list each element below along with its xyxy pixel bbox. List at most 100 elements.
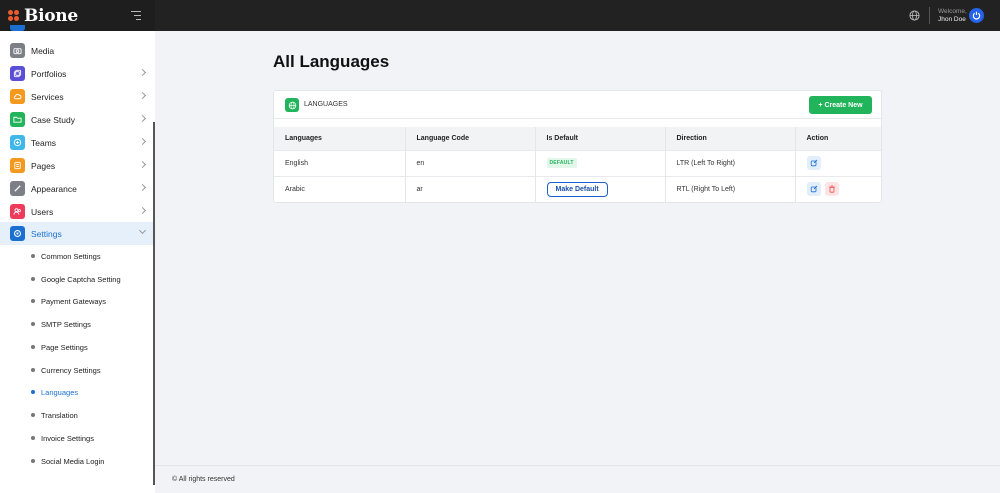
globe-icon[interactable] [909, 10, 920, 21]
sidebar-item-settings[interactable]: Settings [0, 222, 153, 245]
bullet-icon [31, 368, 35, 372]
create-new-button[interactable]: + Create New [809, 96, 872, 114]
sidebar-item-label: Case Study [31, 114, 75, 125]
submenu-social-media-login[interactable]: Social Media Login [31, 451, 104, 471]
page-icon [10, 158, 25, 173]
power-icon[interactable] [969, 8, 984, 23]
globe-icon [285, 98, 299, 112]
cutoff-icon [10, 25, 25, 31]
submenu-page-settings[interactable]: Page Settings [31, 337, 88, 357]
page-title: All Languages [273, 52, 390, 71]
submenu-payment-gateways[interactable]: Payment Gateways [31, 291, 106, 311]
logo-icon [8, 10, 19, 21]
cell-direction: LTR (Left To Right) [665, 149, 796, 176]
sidebar-item-label: Services [31, 91, 64, 102]
bullet-icon [31, 254, 35, 258]
chevron-right-icon [138, 206, 147, 215]
sidebar-item-users[interactable]: Users [0, 200, 153, 223]
cell-language: Arabic [274, 175, 406, 202]
submenu-label: Social Media Login [41, 456, 105, 466]
welcome-label: Welcome, [938, 8, 967, 15]
sidebar-item-portfolios[interactable]: Portfolios [0, 62, 153, 85]
camera-icon [10, 43, 25, 58]
chevron-right-icon [138, 114, 147, 123]
bullet-icon [31, 436, 35, 440]
sidebar-item-label: Teams [31, 137, 57, 148]
brush-icon [10, 181, 25, 196]
cell-actions [795, 149, 881, 176]
edit-icon[interactable] [806, 182, 821, 197]
column-header: Is Default [535, 127, 666, 150]
sidebar-item-label: Settings [31, 228, 62, 239]
cloud-icon [10, 89, 25, 104]
submenu-label: Page Settings [41, 342, 88, 352]
sidebar-item-media[interactable]: Media [0, 39, 153, 62]
sidebar-item-label: Portfolios [31, 68, 67, 79]
submenu-languages[interactable]: Languages [31, 382, 78, 402]
users-icon [10, 204, 25, 219]
sidebar-item-teams[interactable]: Teams [0, 131, 153, 154]
default-badge: DEFAULT [546, 158, 577, 168]
card-header: LANGUAGES + Create New [274, 91, 881, 119]
footer-text: © All rights reserved [172, 476, 235, 483]
column-header: Action [795, 127, 881, 150]
sidebar-item-appearance[interactable]: Appearance [0, 177, 153, 200]
menu-toggle-icon[interactable] [131, 11, 141, 20]
cell-actions [795, 175, 881, 202]
header-divider [929, 7, 930, 24]
bullet-icon [31, 277, 35, 281]
submenu-label: SMTP Settings [41, 319, 91, 329]
sidebar-item-cutoff[interactable] [0, 23, 153, 31]
languages-table: Languages Language Code Is Default Direc… [274, 127, 881, 202]
footer-divider [155, 465, 1000, 466]
sidebar-item-label: Media [31, 45, 55, 56]
sidebar-item-label: Appearance [31, 183, 77, 194]
submenu-label: Invoice Settings [41, 433, 94, 443]
sidebar-item-case-study[interactable]: Case Study [0, 108, 153, 131]
user-greeting: Welcome, Jhon Doe [938, 8, 967, 24]
sidebar-item-label: Pages [31, 160, 56, 171]
folder-icon [10, 112, 25, 127]
submenu-label: Currency Settings [41, 365, 101, 375]
submenu-invoice-settings[interactable]: Invoice Settings [31, 428, 94, 448]
table-header-row: Languages Language Code Is Default Direc… [274, 127, 881, 150]
sidebar-item-pages[interactable]: Pages [0, 154, 153, 177]
bullet-icon [31, 299, 35, 303]
user-name: Jhon Doe [938, 16, 966, 23]
table-row: English en DEFAULT LTR (Left To Right) [274, 149, 881, 176]
submenu-smtp-settings[interactable]: SMTP Settings [31, 314, 91, 334]
column-header: Language Code [405, 127, 536, 150]
submenu-google-captcha[interactable]: Google Captcha Setting [31, 269, 121, 289]
edit-icon[interactable] [806, 156, 821, 170]
submenu-label: Common Settings [41, 251, 101, 261]
submenu-common-settings[interactable]: Common Settings [31, 246, 101, 266]
submenu-label: Languages [41, 387, 79, 397]
sidebar-scrollbar[interactable] [153, 122, 155, 485]
column-header: Direction [665, 127, 796, 150]
bullet-icon [31, 390, 35, 394]
plus-circle-icon [10, 135, 25, 150]
trash-icon[interactable] [825, 182, 840, 197]
submenu-currency-settings[interactable]: Currency Settings [31, 360, 101, 380]
layers-icon [10, 66, 25, 81]
sidebar-item-services[interactable]: Services [0, 85, 153, 108]
cell-default: Make Default [535, 175, 666, 202]
submenu-translation[interactable]: Translation [31, 405, 78, 425]
chevron-right-icon [138, 137, 147, 146]
bullet-icon [31, 345, 35, 349]
submenu-label: Payment Gateways [41, 296, 107, 306]
languages-card: LANGUAGES + Create New Languages Languag… [273, 90, 882, 203]
card-title: LANGUAGES [304, 101, 348, 108]
sidebar-item-label: Users [31, 206, 54, 217]
chevron-right-icon [138, 91, 147, 100]
table-row: Arabic ar Make Default RTL (Right To Lef… [274, 175, 881, 202]
cell-direction: RTL (Right To Left) [665, 175, 796, 202]
chevron-down-icon [138, 226, 147, 235]
cell-language: English [274, 149, 406, 176]
cell-code: en [405, 149, 536, 176]
make-default-button[interactable]: Make Default [546, 181, 608, 197]
chevron-right-icon [138, 183, 147, 192]
bullet-icon [31, 459, 35, 463]
cell-default: DEFAULT [535, 149, 666, 176]
chevron-right-icon [138, 68, 147, 77]
